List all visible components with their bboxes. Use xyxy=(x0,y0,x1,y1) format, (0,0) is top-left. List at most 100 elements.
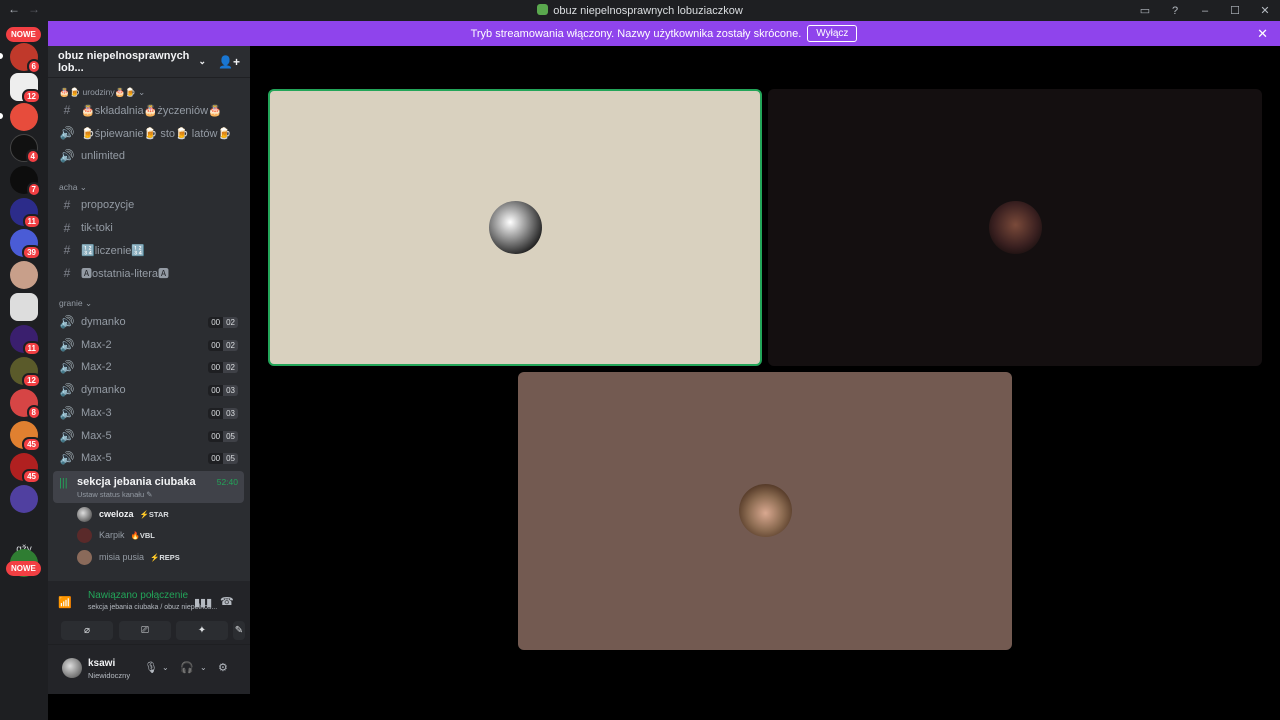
channel-name: Max-5 xyxy=(81,430,112,442)
channel-name: 🅰ostatnia-litera🅰 xyxy=(81,268,170,280)
server-icon[interactable]: 6 xyxy=(10,43,41,74)
channel-name: dymanko xyxy=(81,316,126,328)
server-icon[interactable]: 39 xyxy=(10,229,41,260)
server-icon[interactable] xyxy=(10,103,38,131)
mention-badge: 8 xyxy=(26,405,41,420)
channel-name: tik-toki xyxy=(81,222,113,234)
channel-item[interactable]: # 🎂składalnia🎂życzeniów🎂 xyxy=(53,100,244,120)
help-icon[interactable]: ? xyxy=(1160,5,1190,17)
voice-channel-icon: 🔊 xyxy=(59,360,75,374)
activities-button[interactable]: ✦ xyxy=(176,621,228,640)
voice-member[interactable]: Karpik 🔥VBL xyxy=(77,526,155,544)
text-channel-icon: # xyxy=(63,198,71,212)
server-icon[interactable]: 45 xyxy=(10,453,41,484)
noise-suppression-icon[interactable]: ▮▮▮ xyxy=(194,596,212,609)
server-icon[interactable]: 45 xyxy=(10,421,41,452)
call-timer: 52:40 xyxy=(216,477,238,487)
voice-channel-icon: 🔊 xyxy=(59,429,75,443)
server-icon[interactable] xyxy=(10,485,38,513)
active-voice-channel[interactable]: ||| sekcja jebania ciubaka Ustaw status … xyxy=(53,471,244,503)
mention-badge: 12 xyxy=(22,373,41,388)
server-icon[interactable]: 12 xyxy=(10,73,41,104)
voice-member[interactable]: misia pusia ⚡REPS xyxy=(77,548,180,566)
chevron-down-icon[interactable]: ⌄ xyxy=(199,56,207,67)
title-bar: ← → obuz niepelnosprawnych lobuziaczkow … xyxy=(0,0,1280,21)
new-pill-bottom[interactable]: NOWE xyxy=(6,561,41,576)
clan-tag: ⚡REPS xyxy=(150,552,180,562)
disable-streamer-mode-button[interactable]: Wyłącz xyxy=(807,25,858,42)
clan-tag: 🔥VBL xyxy=(130,530,155,540)
voice-channel-icon: 🔊 xyxy=(59,126,75,140)
video-tile-speaking[interactable] xyxy=(268,89,762,366)
mention-badge: 45 xyxy=(22,437,41,452)
server-icon[interactable]: 7 xyxy=(10,166,41,197)
server-icon[interactable] xyxy=(10,261,38,289)
channel-name: 🎂składalnia🎂życzeniów🎂 xyxy=(81,104,222,117)
channel-item[interactable]: 🔊 Max-2 00 02 xyxy=(53,335,244,355)
inbox-icon[interactable]: ▭ xyxy=(1130,4,1160,17)
guild-header[interactable]: obuz niepelnosprawnych lob... ⌄ 👤+ xyxy=(48,46,250,78)
server-icon[interactable]: 8 xyxy=(10,389,41,420)
user-avatar[interactable] xyxy=(62,658,82,678)
category-urodziny[interactable]: 🎂🍺 urodziny🎂🍺 ⌄ xyxy=(59,87,145,98)
set-channel-status[interactable]: Ustaw status kanału ✎ xyxy=(77,490,152,499)
category-acha[interactable]: acha ⌄ xyxy=(59,182,87,193)
video-tile[interactable] xyxy=(768,89,1262,366)
category-granie[interactable]: granie ⌄ xyxy=(59,298,92,309)
server-icon[interactable]: 4 xyxy=(10,134,40,164)
server-icon[interactable]: 11 xyxy=(10,198,41,229)
username[interactable]: ksawi xyxy=(88,658,115,669)
channel-item[interactable]: # 🅰ostatnia-litera🅰 xyxy=(53,263,244,283)
connection-status[interactable]: Nawiązano połączenie xyxy=(88,590,188,601)
channel-item[interactable]: # tik-toki xyxy=(53,218,244,238)
settings-gear-icon[interactable]: ⚙ xyxy=(218,661,228,674)
maximize-icon[interactable]: ☐ xyxy=(1220,4,1250,17)
channel-item[interactable]: 🔊 Max-5 00 05 xyxy=(53,448,244,468)
voice-channel-icon: 🔊 xyxy=(59,338,75,352)
channel-item[interactable]: 🔊 Max-2 00 02 xyxy=(53,357,244,377)
voice-channel-icon: 🔊 xyxy=(59,315,75,329)
video-tile[interactable] xyxy=(518,372,1012,650)
headphones-icon[interactable]: 🎧 xyxy=(180,661,194,674)
member-name: cweloza xyxy=(99,509,134,519)
channel-item[interactable]: # 🔢liczenie🔢 xyxy=(53,240,244,260)
close-window-icon[interactable]: ✕ xyxy=(1250,4,1280,17)
server-icon[interactable] xyxy=(10,293,38,321)
invite-icon[interactable]: 👤+ xyxy=(218,55,240,69)
channel-item[interactable]: 🔊 Max-3 00 03 xyxy=(53,403,244,423)
chevron-down-icon[interactable]: ⌄ xyxy=(162,663,169,672)
channel-item[interactable]: 🔊 dymanko 00 02 xyxy=(53,312,244,332)
participant-avatar xyxy=(989,201,1042,254)
minimize-icon[interactable]: – xyxy=(1190,5,1220,17)
screen-share-button[interactable]: ⎚ xyxy=(119,621,171,640)
channel-item[interactable]: 🔊 Max-5 00 05 xyxy=(53,426,244,446)
server-icon[interactable]: 11 xyxy=(10,325,41,356)
microphone-icon[interactable]: 🎙 xyxy=(144,661,158,674)
chevron-down-icon[interactable]: ⌄ xyxy=(200,663,207,672)
disconnect-icon[interactable]: ☎ xyxy=(220,595,234,608)
mention-badge: 12 xyxy=(22,89,41,104)
channel-item[interactable]: # propozycje xyxy=(53,195,244,215)
channel-item[interactable]: 🔊 🍺śpiewanie🍺 sto🍺 latów🍺 xyxy=(53,123,244,143)
soundboard-button[interactable]: ✎ xyxy=(233,621,245,640)
channel-item[interactable]: 🔊 dymanko 00 03 xyxy=(53,380,244,400)
server-icon[interactable]: 12 xyxy=(10,357,41,388)
signal-icon[interactable]: 📶 xyxy=(58,596,72,609)
channel-name: Max-2 xyxy=(81,361,112,373)
mention-badge: 39 xyxy=(22,245,41,260)
new-pill-top[interactable]: NOWE xyxy=(6,27,41,42)
avatar xyxy=(77,549,92,565)
mention-badge: 6 xyxy=(26,59,41,74)
participant-avatar xyxy=(489,201,542,254)
video-stage xyxy=(250,46,1280,720)
streamer-mode-banner: Tryb streamowania włączony. Nazwy użytko… xyxy=(48,21,1280,46)
mention-badge: 4 xyxy=(25,149,40,164)
voice-channel-icon: 🔊 xyxy=(59,406,75,420)
channel-name: 🔢liczenie🔢 xyxy=(81,244,146,257)
channel-item[interactable]: 🔊 unlimited xyxy=(53,146,244,166)
camera-off-button[interactable]: ⌀ xyxy=(61,621,113,640)
voice-member[interactable]: cweloza ⚡STAR xyxy=(77,505,169,523)
user-status: Niewidoczny xyxy=(88,671,131,680)
close-banner-icon[interactable]: ✕ xyxy=(1257,26,1268,42)
participant-avatar xyxy=(739,484,792,537)
